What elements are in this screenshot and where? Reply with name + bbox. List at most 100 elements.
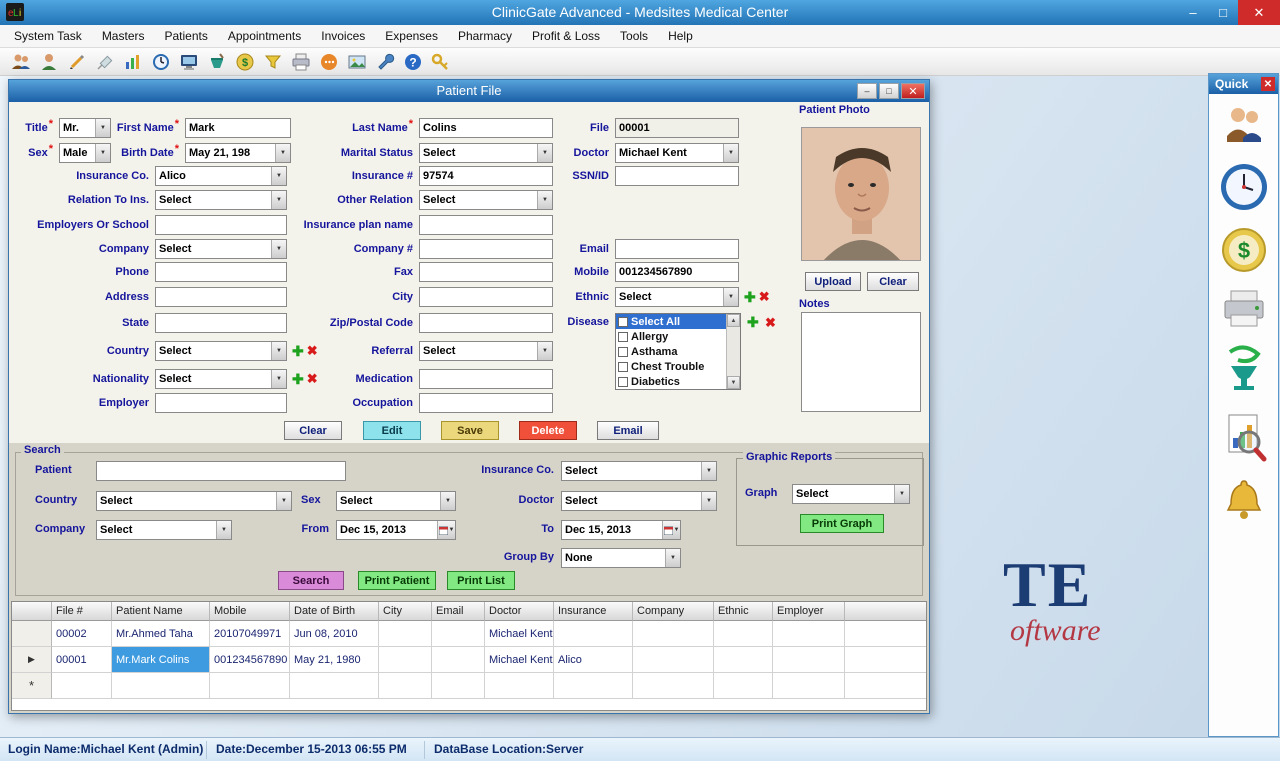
edit-button[interactable]: Edit bbox=[363, 421, 421, 440]
ssn-input[interactable] bbox=[615, 166, 739, 186]
medicine-icon[interactable] bbox=[206, 51, 228, 73]
money-icon[interactable]: $ bbox=[234, 51, 256, 73]
print-patient-button[interactable]: Print Patient bbox=[358, 571, 436, 590]
cell-patient-name-selected[interactable]: Mr.Mark Colins bbox=[112, 647, 210, 673]
search-to-date[interactable]: Dec 15, 2013▼ bbox=[561, 520, 681, 540]
image-icon[interactable] bbox=[346, 51, 368, 73]
pen-icon[interactable] bbox=[66, 51, 88, 73]
search-sex-select[interactable]: Select▼ bbox=[336, 491, 456, 511]
cell-patient-name[interactable]: Mr.Ahmed Taha bbox=[112, 621, 210, 647]
phone-input[interactable] bbox=[155, 262, 287, 282]
grid-col-mobile[interactable]: Mobile bbox=[210, 602, 290, 621]
listbox-scrollbar[interactable]: ▲ ▼ bbox=[726, 314, 740, 389]
notes-box[interactable] bbox=[801, 312, 921, 412]
cell-empty[interactable] bbox=[290, 673, 379, 699]
country-select[interactable]: Select▼ bbox=[155, 341, 287, 361]
company-select[interactable]: Select▼ bbox=[155, 239, 287, 259]
cell-ethnic[interactable] bbox=[714, 647, 773, 673]
cell-email[interactable] bbox=[432, 621, 485, 647]
add-nationality-icon[interactable]: ✚ bbox=[292, 372, 304, 386]
cell-dob[interactable]: May 21, 1980 bbox=[290, 647, 379, 673]
grid-col-doctor[interactable]: Doctor bbox=[485, 602, 554, 621]
grid-col-dob[interactable]: Date of Birth bbox=[290, 602, 379, 621]
grid-col-employer[interactable]: Employer bbox=[773, 602, 845, 621]
cell-empty[interactable] bbox=[633, 673, 714, 699]
cell-doctor[interactable]: Michael Kent bbox=[485, 621, 554, 647]
disease-option-asthama[interactable]: Asthama bbox=[616, 344, 726, 359]
cell-file[interactable]: 00001 bbox=[52, 647, 112, 673]
state-input[interactable] bbox=[155, 313, 287, 333]
file-number-input[interactable]: 00001 bbox=[615, 118, 739, 138]
save-button[interactable]: Save bbox=[441, 421, 499, 440]
scroll-up-icon[interactable]: ▲ bbox=[727, 314, 740, 327]
search-insurance-select[interactable]: Select▼ bbox=[561, 461, 717, 481]
checkbox-icon[interactable] bbox=[618, 377, 628, 387]
email-button[interactable]: Email bbox=[597, 421, 659, 440]
disease-option-allergy[interactable]: Allergy bbox=[616, 329, 726, 344]
patient-file-titlebar[interactable]: Patient File – □ ✕ bbox=[9, 80, 929, 102]
search-doctor-select[interactable]: Select▼ bbox=[561, 491, 717, 511]
reports-shortcut-icon[interactable] bbox=[1221, 412, 1267, 462]
add-country-icon[interactable]: ✚ bbox=[292, 344, 304, 358]
cell-insurance[interactable] bbox=[554, 621, 633, 647]
cell-empty[interactable] bbox=[773, 673, 845, 699]
employers-or-school-input[interactable] bbox=[155, 215, 287, 235]
tools-icon[interactable] bbox=[374, 51, 396, 73]
menu-patients[interactable]: Patients bbox=[155, 26, 218, 46]
close-icon[interactable]: ✕ bbox=[901, 83, 925, 99]
sex-select[interactable]: Male▼ bbox=[59, 143, 111, 163]
ethnic-select[interactable]: Select▼ bbox=[615, 287, 739, 307]
cell-empty[interactable] bbox=[210, 673, 290, 699]
new-row-icon[interactable]: * bbox=[12, 673, 52, 699]
graph-select[interactable]: Select▼ bbox=[792, 484, 910, 504]
scroll-down-icon[interactable]: ▼ bbox=[727, 376, 740, 389]
cell-company[interactable] bbox=[633, 621, 714, 647]
menu-pharmacy[interactable]: Pharmacy bbox=[448, 26, 522, 46]
menu-system-task[interactable]: System Task bbox=[4, 26, 92, 46]
disease-listbox[interactable]: Select All Allergy Asthama Chest Trouble… bbox=[615, 313, 741, 390]
cell-insurance[interactable]: Alico bbox=[554, 647, 633, 673]
grid-col-ethnic[interactable]: Ethnic bbox=[714, 602, 773, 621]
minimize-icon[interactable]: – bbox=[1178, 0, 1208, 25]
delete-disease-icon[interactable]: ✖ bbox=[765, 316, 776, 330]
grid-col-patient-name[interactable]: Patient Name bbox=[112, 602, 210, 621]
delete-ethnic-icon[interactable]: ✖ bbox=[759, 290, 770, 304]
cell-ethnic[interactable] bbox=[714, 621, 773, 647]
address-input[interactable] bbox=[155, 287, 287, 307]
add-ethnic-icon[interactable]: ✚ bbox=[744, 290, 756, 304]
grid-col-company[interactable]: Company bbox=[633, 602, 714, 621]
minimize-icon[interactable]: – bbox=[857, 83, 877, 99]
patients-group-icon[interactable] bbox=[10, 51, 32, 73]
printer-shortcut-icon[interactable] bbox=[1221, 288, 1267, 330]
grid-col-insurance[interactable]: Insurance bbox=[554, 602, 633, 621]
cell-company[interactable] bbox=[633, 647, 714, 673]
occupation-input[interactable] bbox=[419, 393, 553, 413]
search-button[interactable]: Search bbox=[278, 571, 344, 590]
grid-col-file[interactable]: File # bbox=[52, 602, 112, 621]
pharmacy-shortcut-icon[interactable] bbox=[1222, 344, 1266, 398]
last-name-input[interactable]: Colins bbox=[419, 118, 553, 138]
row-selector[interactable] bbox=[12, 621, 52, 647]
cell-empty[interactable] bbox=[52, 673, 112, 699]
filter-icon[interactable] bbox=[262, 51, 284, 73]
cell-city[interactable] bbox=[379, 621, 432, 647]
cell-file[interactable]: 00002 bbox=[52, 621, 112, 647]
disease-option-select-all[interactable]: Select All bbox=[616, 314, 726, 329]
alerts-shortcut-icon[interactable] bbox=[1222, 476, 1266, 528]
clear-photo-button[interactable]: Clear bbox=[867, 272, 919, 291]
clock-icon[interactable] bbox=[150, 51, 172, 73]
cell-empty[interactable] bbox=[554, 673, 633, 699]
insurance-plan-input[interactable] bbox=[419, 215, 553, 235]
cell-empty[interactable] bbox=[112, 673, 210, 699]
cell-empty[interactable] bbox=[379, 673, 432, 699]
menu-invoices[interactable]: Invoices bbox=[311, 26, 375, 46]
insurance-co-select[interactable]: Alico▼ bbox=[155, 166, 287, 186]
search-group-by-select[interactable]: None▼ bbox=[561, 548, 681, 568]
disease-option-chest-trouble[interactable]: Chest Trouble bbox=[616, 359, 726, 374]
add-disease-icon[interactable]: ✚ bbox=[747, 315, 759, 329]
menu-expenses[interactable]: Expenses bbox=[375, 26, 448, 46]
doctor-select[interactable]: Michael Kent▼ bbox=[615, 143, 739, 163]
cell-city[interactable] bbox=[379, 647, 432, 673]
upload-photo-button[interactable]: Upload bbox=[805, 272, 861, 291]
cell-empty[interactable] bbox=[485, 673, 554, 699]
